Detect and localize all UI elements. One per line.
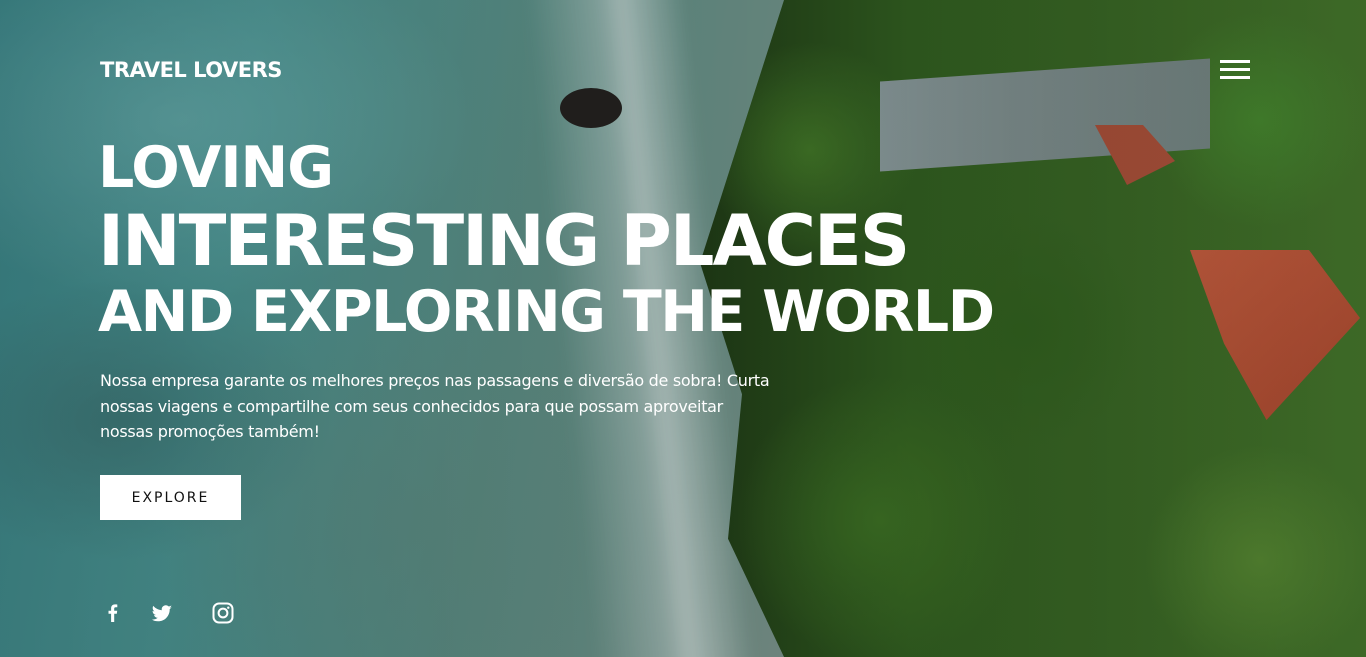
headline-line-1: LOVING — [98, 135, 334, 201]
instagram-icon-glyph — [212, 602, 234, 624]
brand-logo[interactable]: TRAVEL LOVERS — [100, 58, 282, 82]
twitter-icon-glyph — [151, 605, 172, 622]
facebook-icon-glyph — [108, 604, 118, 622]
hero-headline: LOVING INTERESTING PLACES AND EXPLORING … — [98, 135, 995, 348]
menu-bar — [1220, 76, 1250, 79]
menu-bar — [1220, 68, 1250, 71]
instagram-icon[interactable] — [210, 600, 236, 626]
hero-section: TRAVEL LOVERS LOVING INTERESTING PLACES … — [0, 0, 1366, 657]
menu-bar — [1220, 60, 1250, 63]
hamburger-menu-icon[interactable] — [1220, 60, 1252, 82]
twitter-icon[interactable] — [149, 600, 175, 626]
hero-description: Nossa empresa garante os melhores preços… — [100, 371, 770, 441]
headline-line-2: INTERESTING PLACES — [98, 200, 910, 282]
explore-button[interactable]: EXPLORE — [100, 475, 241, 520]
headline-line-3: AND EXPLORING THE WORLD — [98, 279, 995, 345]
facebook-icon[interactable] — [100, 600, 126, 626]
